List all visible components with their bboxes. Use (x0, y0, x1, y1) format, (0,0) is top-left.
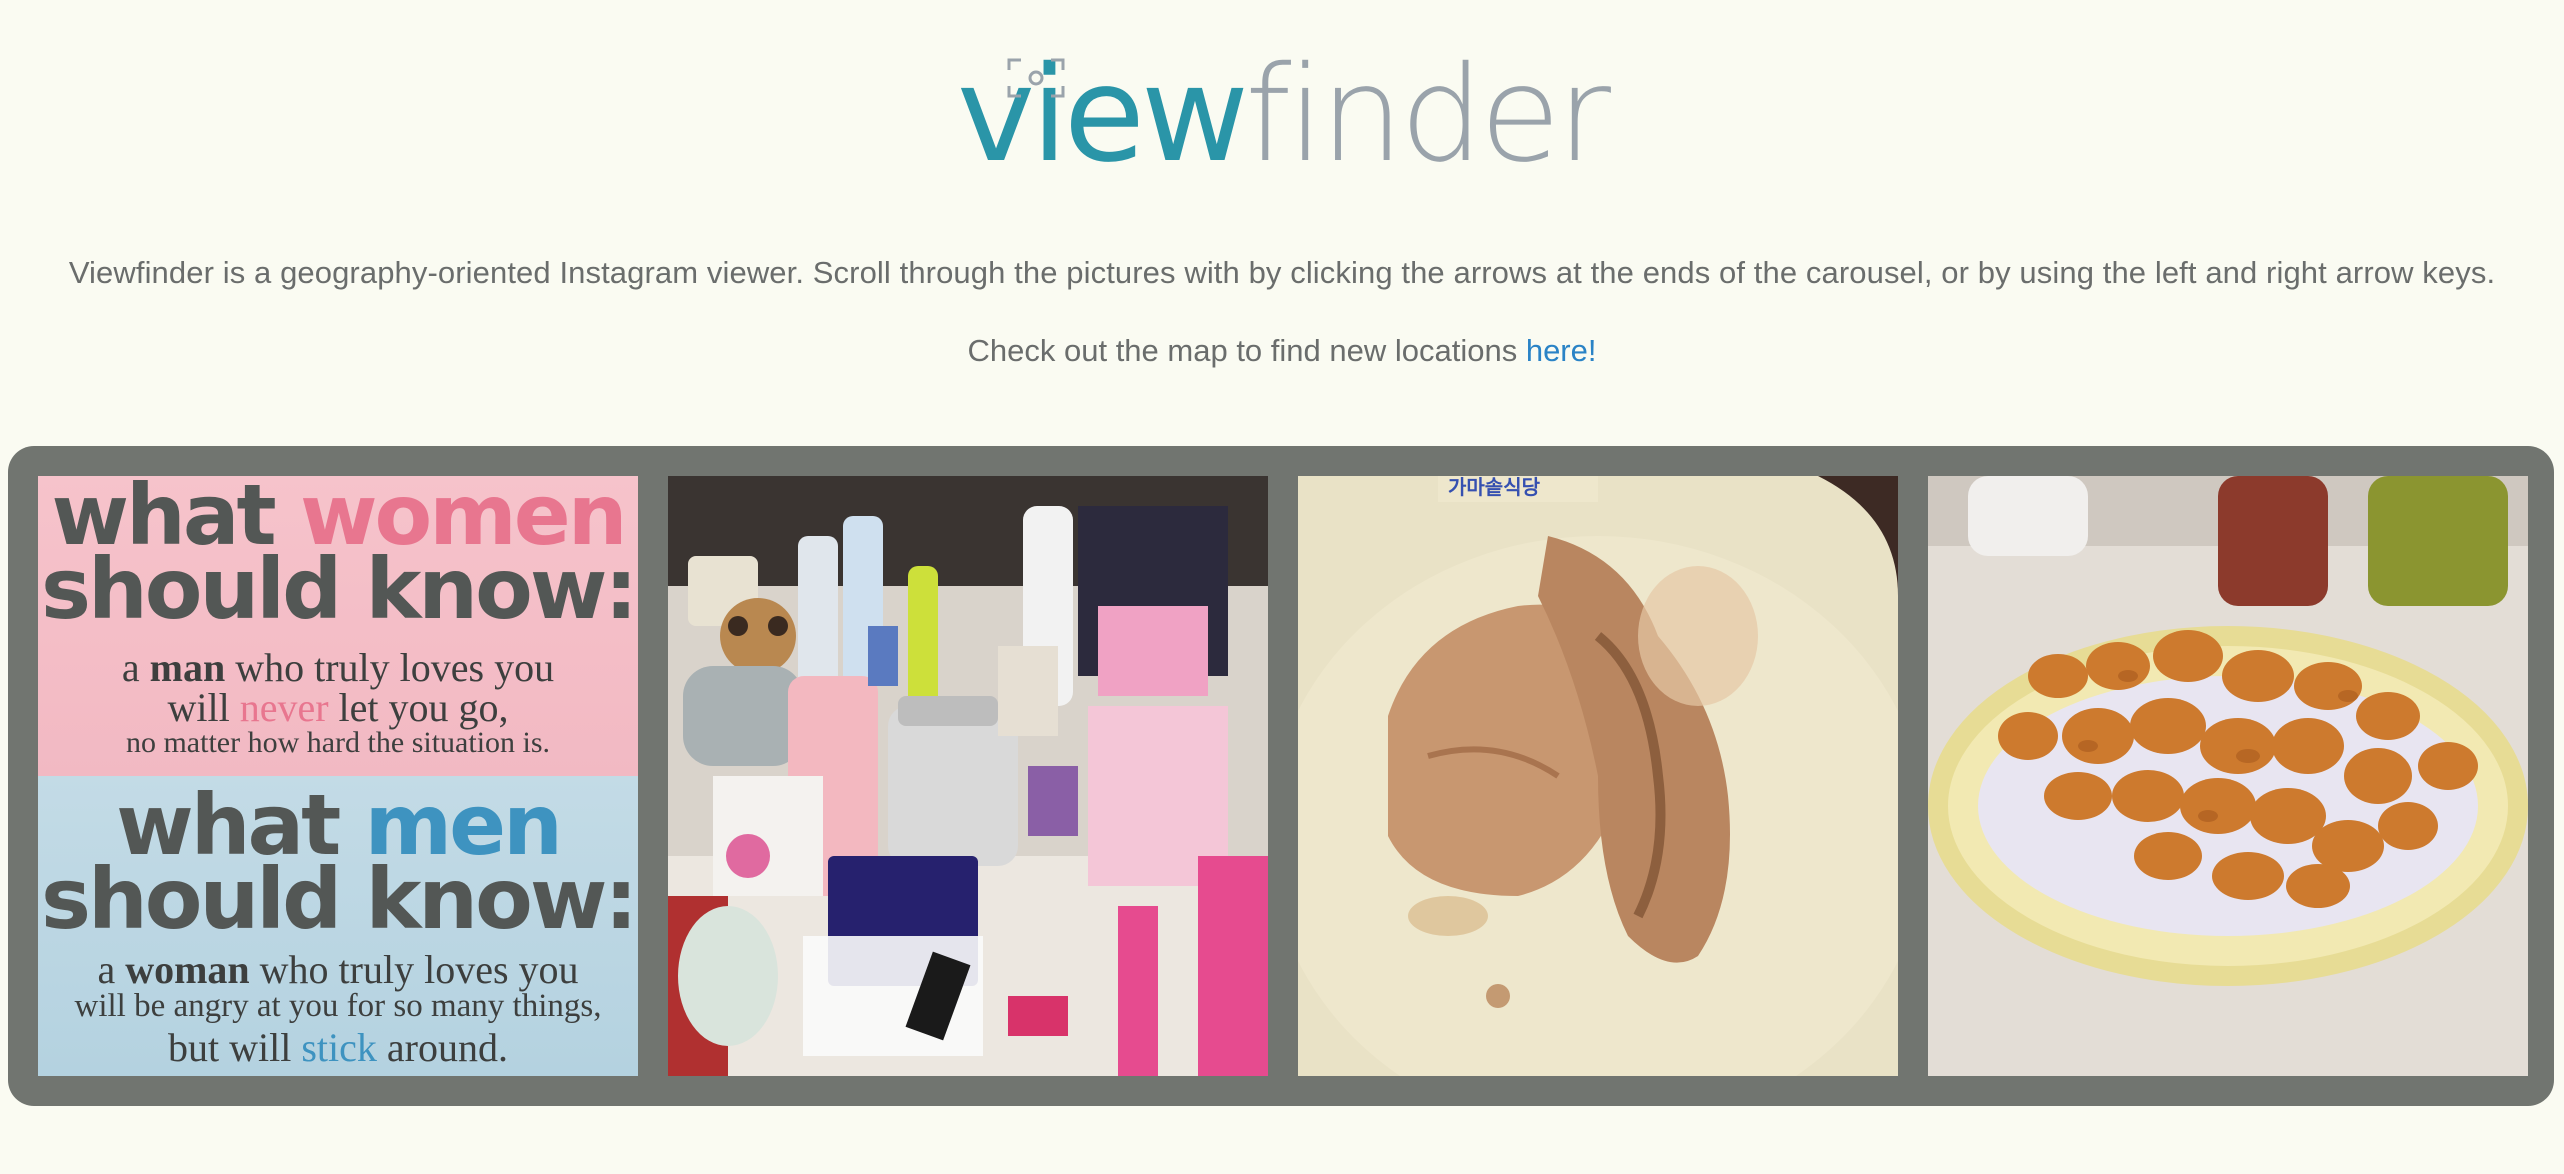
viewfinder-icon (1007, 58, 1065, 98)
poster-line: a woman who truly loves you (97, 947, 579, 992)
poster-line: will be angry at you for so many things, (74, 988, 602, 1024)
logo-text-view: view (956, 38, 1249, 192)
poster-line: but will stick around. (168, 1025, 508, 1070)
logo: viewfinder (0, 40, 2564, 190)
poster-heading: should know: (40, 540, 638, 638)
carousel-photo[interactable]: 가마솥식당 (1298, 476, 1898, 1076)
page: viewfinder Viewfinder is a geography-ori… (0, 0, 2564, 1174)
svg-text:가마솥식당: 가마솥식당 (1448, 476, 1541, 499)
photo-carousel: what women should know: a man who truly … (8, 446, 2554, 1106)
fried-chicken-photo-image (1928, 476, 2528, 1076)
carousel-photo[interactable] (668, 476, 1268, 1076)
cosmetics-photo-image (668, 476, 1268, 1076)
carousel-photo[interactable] (1928, 476, 2528, 1076)
carousel-photo[interactable]: what women should know: a man who truly … (38, 476, 638, 1076)
logo-text-finder: finder (1244, 38, 1611, 192)
braised-meat-photo-image: 가마솥식당 (1298, 476, 1898, 1076)
poster-heading: should know: (40, 850, 638, 948)
description-text: Viewfinder is a geography-oriented Insta… (68, 255, 2496, 290)
map-link[interactable]: here! (1526, 333, 1597, 368)
map-prompt-text: Check out the map to find new locations (967, 333, 1526, 368)
poster-line: will never let you go, (167, 685, 509, 730)
poster-line: no matter how hard the situation is. (125, 726, 551, 759)
map-prompt: Check out the map to find new locations … (0, 333, 2564, 369)
